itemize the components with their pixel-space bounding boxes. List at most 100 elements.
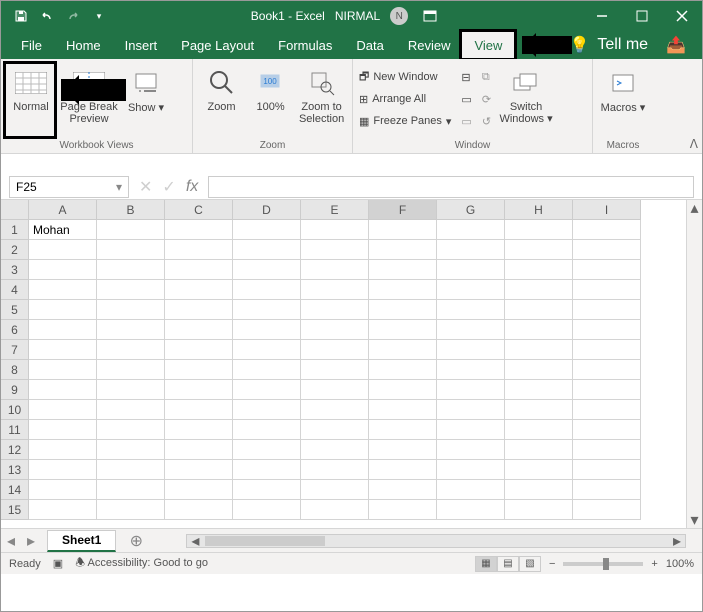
cell-G2[interactable]: [437, 240, 505, 260]
cell-A11[interactable]: [29, 420, 97, 440]
row-header-12[interactable]: 12: [1, 440, 29, 460]
cell-G13[interactable]: [437, 460, 505, 480]
cell-D7[interactable]: [233, 340, 301, 360]
cell-F4[interactable]: [369, 280, 437, 300]
cell-H8[interactable]: [505, 360, 573, 380]
cell-E4[interactable]: [301, 280, 369, 300]
tell-me[interactable]: Tell me: [597, 36, 648, 54]
cell-G10[interactable]: [437, 400, 505, 420]
macros-button[interactable]: Macros ▾: [599, 63, 647, 114]
row-header-7[interactable]: 7: [1, 340, 29, 360]
row-header-9[interactable]: 9: [1, 380, 29, 400]
cell-I7[interactable]: [573, 340, 641, 360]
cell-F10[interactable]: [369, 400, 437, 420]
save-button[interactable]: [9, 4, 33, 28]
maximize-button[interactable]: [622, 1, 662, 31]
cell-I3[interactable]: [573, 260, 641, 280]
cell-D9[interactable]: [233, 380, 301, 400]
cell-C8[interactable]: [165, 360, 233, 380]
cell-C3[interactable]: [165, 260, 233, 280]
cell-G15[interactable]: [437, 500, 505, 520]
cell-B8[interactable]: [97, 360, 165, 380]
view-mode-page-break[interactable]: ▧: [519, 556, 541, 572]
cell-I8[interactable]: [573, 360, 641, 380]
cell-C11[interactable]: [165, 420, 233, 440]
fx-icon[interactable]: fx: [186, 178, 198, 196]
cell-B15[interactable]: [97, 500, 165, 520]
cell-I9[interactable]: [573, 380, 641, 400]
cell-I14[interactable]: [573, 480, 641, 500]
col-header-C[interactable]: C: [165, 200, 233, 220]
reset-pos-button[interactable]: ↺: [482, 111, 491, 131]
cell-A8[interactable]: [29, 360, 97, 380]
cell-E13[interactable]: [301, 460, 369, 480]
cell-H13[interactable]: [505, 460, 573, 480]
scroll-up-button[interactable]: ▴: [687, 200, 702, 216]
row-header-2[interactable]: 2: [1, 240, 29, 260]
col-header-B[interactable]: B: [97, 200, 165, 220]
unhide-button[interactable]: ▭: [461, 111, 471, 131]
ribbon-display-options[interactable]: [418, 1, 442, 31]
cell-A4[interactable]: [29, 280, 97, 300]
zoom-to-selection-button[interactable]: Zoom to Selection: [297, 63, 346, 125]
cell-I5[interactable]: [573, 300, 641, 320]
cell-E9[interactable]: [301, 380, 369, 400]
cell-B11[interactable]: [97, 420, 165, 440]
collapse-ribbon-button[interactable]: ᐱ: [690, 137, 698, 151]
minimize-button[interactable]: [582, 1, 622, 31]
cell-A7[interactable]: [29, 340, 97, 360]
col-header-D[interactable]: D: [233, 200, 301, 220]
name-box-dropdown-icon[interactable]: ▾: [116, 180, 122, 194]
new-sheet-button[interactable]: ⊕: [126, 531, 146, 551]
cell-C2[interactable]: [165, 240, 233, 260]
cell-B6[interactable]: [97, 320, 165, 340]
tab-formulas[interactable]: Formulas: [266, 32, 344, 58]
cell-A14[interactable]: [29, 480, 97, 500]
cell-C4[interactable]: [165, 280, 233, 300]
cell-H2[interactable]: [505, 240, 573, 260]
cell-F8[interactable]: [369, 360, 437, 380]
cell-H12[interactable]: [505, 440, 573, 460]
cell-F11[interactable]: [369, 420, 437, 440]
name-box[interactable]: F25 ▾: [9, 176, 129, 198]
cell-E7[interactable]: [301, 340, 369, 360]
cell-F1[interactable]: [369, 220, 437, 240]
cell-A1[interactable]: Mohan: [29, 220, 97, 240]
cell-B5[interactable]: [97, 300, 165, 320]
cell-H15[interactable]: [505, 500, 573, 520]
zoom-slider-thumb[interactable]: [603, 558, 609, 570]
cell-I11[interactable]: [573, 420, 641, 440]
cell-H7[interactable]: [505, 340, 573, 360]
hide-button[interactable]: ▭: [461, 89, 471, 109]
split-button[interactable]: ⊟: [461, 67, 471, 87]
col-header-H[interactable]: H: [505, 200, 573, 220]
cell-C14[interactable]: [165, 480, 233, 500]
col-header-E[interactable]: E: [301, 200, 369, 220]
cell-G4[interactable]: [437, 280, 505, 300]
row-header-15[interactable]: 15: [1, 500, 29, 520]
cell-F5[interactable]: [369, 300, 437, 320]
cell-A12[interactable]: [29, 440, 97, 460]
cell-A5[interactable]: [29, 300, 97, 320]
cell-B13[interactable]: [97, 460, 165, 480]
zoom-level[interactable]: 100%: [666, 558, 694, 570]
macro-record-icon[interactable]: ▣: [53, 557, 63, 570]
share-icon[interactable]: 📤: [666, 35, 686, 55]
cell-C5[interactable]: [165, 300, 233, 320]
cell-D1[interactable]: [233, 220, 301, 240]
cell-B4[interactable]: [97, 280, 165, 300]
cell-G12[interactable]: [437, 440, 505, 460]
vertical-scrollbar[interactable]: ▴ ▾: [686, 200, 702, 528]
cell-A3[interactable]: [29, 260, 97, 280]
col-header-F[interactable]: F: [369, 200, 437, 220]
cell-A15[interactable]: [29, 500, 97, 520]
freeze-panes-button[interactable]: ▦Freeze Panes ▾: [359, 111, 451, 131]
cell-A6[interactable]: [29, 320, 97, 340]
row-header-11[interactable]: 11: [1, 420, 29, 440]
cell-H1[interactable]: [505, 220, 573, 240]
switch-windows-button[interactable]: Switch Windows ▾: [499, 63, 553, 125]
cell-A13[interactable]: [29, 460, 97, 480]
hundred-percent-button[interactable]: 100 100%: [248, 63, 293, 113]
cell-H10[interactable]: [505, 400, 573, 420]
cell-D2[interactable]: [233, 240, 301, 260]
